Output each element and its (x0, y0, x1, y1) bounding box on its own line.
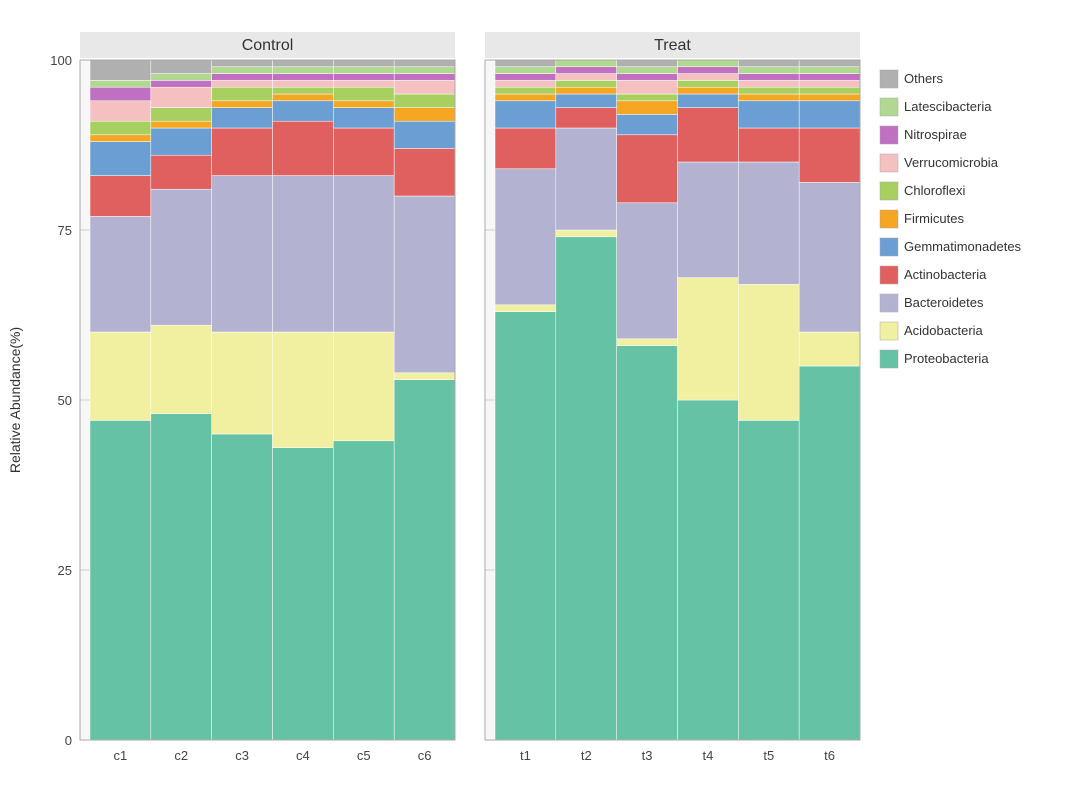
svg-text:t2: t2 (581, 748, 592, 763)
svg-text:Others: Others (904, 71, 944, 86)
svg-text:c1: c1 (114, 748, 128, 763)
svg-text:Gemmatimonadetes: Gemmatimonadetes (904, 239, 1022, 254)
svg-text:Latescibacteria: Latescibacteria (904, 99, 992, 114)
svg-text:t3: t3 (642, 748, 653, 763)
main-chart: Control Treat 0 25 50 75 100 c1 c2 c3 c4 c5 c6 t1 t2 t3… (0, 0, 1080, 810)
svg-text:t5: t5 (763, 748, 774, 763)
svg-text:Treat: Treat (654, 37, 691, 54)
svg-text:c3: c3 (235, 748, 249, 763)
svg-text:t6: t6 (824, 748, 835, 763)
svg-text:Proteobacteria: Proteobacteria (904, 351, 989, 366)
svg-text:c5: c5 (357, 748, 371, 763)
svg-text:50: 50 (58, 393, 72, 408)
svg-text:t4: t4 (702, 748, 713, 763)
svg-text:75: 75 (58, 223, 72, 238)
svg-text:t1: t1 (520, 748, 531, 763)
svg-text:Bacteroidetes: Bacteroidetes (904, 295, 984, 310)
svg-text:c2: c2 (174, 748, 188, 763)
svg-text:0: 0 (65, 733, 72, 748)
svg-text:c4: c4 (296, 748, 310, 763)
svg-text:Control: Control (242, 37, 294, 54)
svg-text:c6: c6 (418, 748, 432, 763)
svg-text:Actinobacteria: Actinobacteria (904, 267, 987, 282)
svg-text:25: 25 (58, 563, 72, 578)
svg-text:Relative Abundance(%): Relative Abundance(%) (7, 327, 23, 473)
svg-text:Verrucomicrobia: Verrucomicrobia (904, 155, 999, 170)
svg-text:Nitrospirae: Nitrospirae (904, 127, 967, 142)
chart-container: Control Treat 0 25 50 75 100 c1 c2 c3 c4 c5 c6 t1 t2 t3… (0, 0, 1080, 810)
svg-text:Acidobacteria: Acidobacteria (904, 323, 984, 338)
svg-text:100: 100 (50, 53, 72, 68)
svg-text:Firmicutes: Firmicutes (904, 211, 964, 226)
svg-text:Chloroflexi: Chloroflexi (904, 183, 966, 198)
